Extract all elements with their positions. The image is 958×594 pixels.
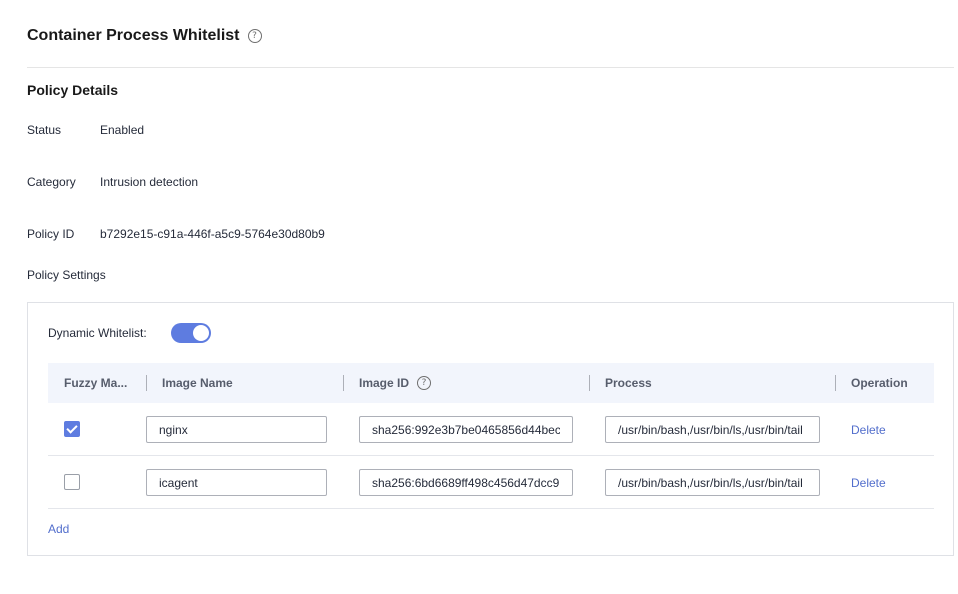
- category-row: Category Intrusion detection: [27, 175, 198, 189]
- status-label: Status: [27, 123, 62, 137]
- column-separator[interactable]: [589, 375, 590, 391]
- divider: [27, 67, 954, 68]
- policy-settings-label: Policy Settings: [27, 268, 106, 282]
- dynamic-whitelist-label: Dynamic Whitelist:: [48, 326, 147, 340]
- dynamic-whitelist-row: Dynamic Whitelist:: [48, 323, 211, 343]
- process-input[interactable]: [605, 416, 820, 443]
- image-id-help-icon[interactable]: ?: [417, 376, 432, 390]
- column-process-label: Process: [605, 376, 652, 390]
- column-image-name-label: Image Name: [162, 376, 233, 390]
- status-value: Enabled: [100, 123, 145, 137]
- column-fuzzy-match: Fuzzy Ma...: [64, 363, 127, 403]
- page-header: Container Process Whitelist ?: [27, 27, 262, 45]
- whitelist-table: Fuzzy Ma... Image Name Image ID ? Proces…: [48, 363, 934, 509]
- column-separator[interactable]: [343, 375, 344, 391]
- policy-id-row: Policy ID b7292e15-c91a-446f-a5c9-5764e3…: [27, 227, 325, 241]
- image-name-input[interactable]: [146, 469, 327, 496]
- policy-id-value: b7292e15-c91a-446f-a5c9-5764e30d80b9: [100, 227, 325, 241]
- image-name-input[interactable]: [146, 416, 327, 443]
- column-operation-label: Operation: [851, 376, 908, 390]
- help-icon[interactable]: ?: [247, 29, 262, 43]
- category-label: Category: [27, 175, 76, 189]
- add-link[interactable]: Add: [48, 522, 69, 536]
- table-row: Delete: [48, 456, 934, 509]
- image-id-input[interactable]: [359, 469, 573, 496]
- table-row: Delete: [48, 403, 934, 456]
- table-header: Fuzzy Ma... Image Name Image ID ? Proces…: [48, 363, 934, 403]
- policy-details-title: Policy Details: [27, 82, 119, 98]
- policy-id-label: Policy ID: [27, 227, 75, 241]
- column-image-id-label: Image ID: [359, 376, 410, 390]
- column-operation: Operation: [851, 363, 908, 403]
- column-separator[interactable]: [146, 375, 147, 391]
- column-separator[interactable]: [835, 375, 836, 391]
- fuzzy-match-checkbox[interactable]: [64, 421, 80, 437]
- policy-settings-panel: Dynamic Whitelist: Fuzzy Ma... Image Nam…: [27, 302, 954, 556]
- column-image-name: Image Name: [162, 363, 233, 403]
- process-input[interactable]: [605, 469, 820, 496]
- delete-link[interactable]: Delete: [851, 423, 886, 437]
- column-image-id: Image ID ?: [359, 363, 432, 403]
- page-title: Container Process Whitelist: [27, 27, 240, 44]
- status-row: Status Enabled: [27, 123, 144, 137]
- delete-link[interactable]: Delete: [851, 476, 886, 490]
- category-value: Intrusion detection: [100, 175, 199, 189]
- column-process: Process: [605, 363, 652, 403]
- toggle-knob: [192, 325, 209, 341]
- column-fuzzy-match-label: Fuzzy Ma...: [64, 376, 128, 390]
- dynamic-whitelist-toggle[interactable]: [170, 323, 211, 343]
- fuzzy-match-checkbox[interactable]: [64, 474, 80, 490]
- image-id-input[interactable]: [359, 416, 573, 443]
